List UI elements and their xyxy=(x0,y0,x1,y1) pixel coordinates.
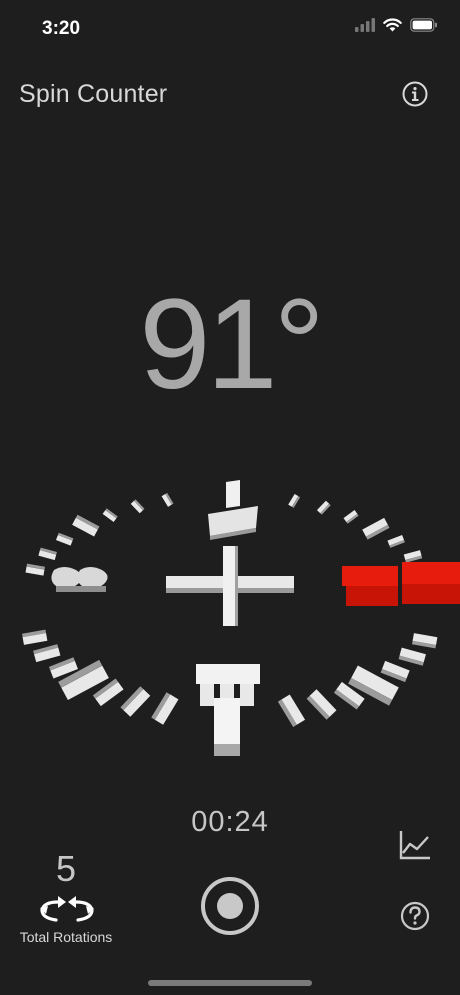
chart-icon xyxy=(399,831,430,860)
dial-tick xyxy=(33,644,61,663)
dial-tick xyxy=(277,694,306,727)
dial-tick xyxy=(22,629,48,645)
help-icon xyxy=(400,901,430,931)
record-icon xyxy=(201,877,259,935)
info-icon xyxy=(402,81,428,107)
info-button[interactable] xyxy=(402,81,428,107)
wifi-icon xyxy=(383,18,402,32)
dial-tick xyxy=(380,660,410,683)
east-marker xyxy=(342,562,460,606)
help-button[interactable] xyxy=(400,901,430,931)
battery-icon xyxy=(410,18,437,32)
elapsed-timer: 00:24 xyxy=(191,806,269,838)
chart-button[interactable] xyxy=(398,829,432,861)
dial-tick xyxy=(403,550,423,563)
dial-tick xyxy=(72,514,100,537)
rotation-label: Total Rotations xyxy=(19,929,113,945)
rotate-arrows-icon xyxy=(40,896,94,922)
home-indicator xyxy=(148,980,312,986)
dial-tick xyxy=(102,508,118,523)
record-button[interactable] xyxy=(200,876,260,936)
status-icons xyxy=(355,18,438,32)
north-marker xyxy=(208,480,258,540)
south-marker xyxy=(196,664,260,756)
dial-tick xyxy=(362,517,390,540)
dial-tick xyxy=(316,500,331,515)
dial-tick xyxy=(306,689,337,720)
dial-tick xyxy=(343,510,359,524)
app-title: Spin Counter xyxy=(19,80,168,108)
dial-tick xyxy=(55,532,74,546)
dial-tick xyxy=(25,563,45,576)
compass-dial xyxy=(22,480,460,756)
signal-icon xyxy=(355,18,375,32)
dial-tick xyxy=(120,686,151,717)
dial-tick xyxy=(151,692,179,725)
status-time: 3:20 xyxy=(42,18,81,39)
dial-tick xyxy=(130,499,145,514)
center-crosshair xyxy=(166,546,294,626)
west-marker xyxy=(51,567,108,592)
dial-tick xyxy=(161,492,174,507)
dial-tick xyxy=(288,493,301,508)
dial-tick xyxy=(398,647,426,666)
dial-tick xyxy=(387,534,405,548)
dial-tick xyxy=(38,547,57,561)
rotation-count: 5 xyxy=(55,848,77,889)
dial-tick xyxy=(412,633,438,649)
angle-readout: 91° xyxy=(139,273,325,416)
